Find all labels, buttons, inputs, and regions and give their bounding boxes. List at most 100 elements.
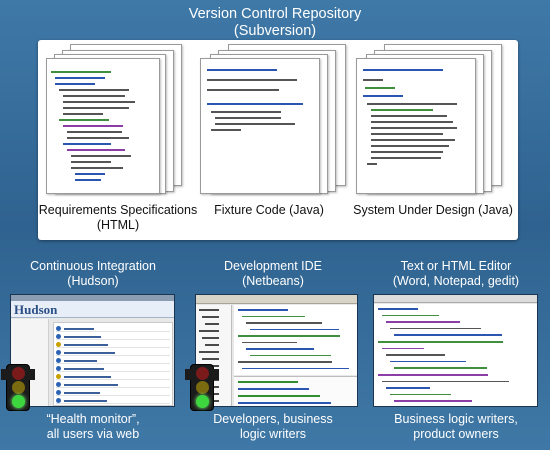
requirements-doc-front-page — [46, 58, 160, 194]
code-line — [390, 327, 481, 330]
code-line — [242, 367, 349, 369]
code-line — [63, 143, 111, 145]
system-under-design-doc-label: System Under Design (Java) — [353, 203, 513, 217]
status-ball-icon — [56, 342, 61, 347]
job-name-line — [64, 368, 104, 370]
code-line — [363, 69, 443, 71]
code-line — [371, 127, 457, 129]
editor-caption-2: product owners — [413, 427, 499, 441]
code-line — [71, 161, 111, 163]
status-ball-icon — [56, 374, 61, 379]
code-line — [202, 316, 219, 318]
code-line — [63, 95, 125, 97]
code-line — [242, 341, 297, 343]
hudson-job-row — [56, 366, 170, 372]
code-line — [55, 83, 95, 85]
system-under-design-doc-stack — [356, 44, 506, 194]
requirements-doc-label-1: Requirements Specifications — [38, 203, 198, 217]
fixture-code-doc-stack — [200, 44, 350, 194]
code-line — [378, 374, 488, 376]
netbeans-screenshot — [195, 294, 358, 407]
text-editor-screenshot — [373, 294, 538, 407]
code-line — [371, 121, 453, 123]
ci-title: Continuous Integration — [30, 259, 156, 273]
hudson-job-row — [56, 334, 170, 340]
code-line — [371, 139, 455, 141]
ci-subtitle: (Hudson) — [67, 274, 119, 288]
job-name-line — [64, 376, 111, 378]
ci-caption-2: all users via web — [46, 427, 140, 441]
code-line — [63, 101, 135, 103]
code-line — [202, 337, 219, 339]
code-line — [371, 109, 433, 111]
code-line — [59, 119, 109, 121]
code-line — [386, 321, 460, 323]
code-line — [238, 361, 332, 363]
code-line — [371, 151, 443, 153]
requirements-doc-stack — [46, 44, 186, 194]
hudson-job-row — [56, 398, 170, 404]
code-line — [211, 129, 241, 131]
hudson-job-row — [56, 326, 170, 332]
code-line — [371, 157, 441, 159]
netbeans-editor — [234, 305, 357, 375]
editor-document — [374, 304, 537, 406]
status-ball-icon — [56, 366, 61, 371]
job-name-line — [64, 344, 108, 346]
code-line — [207, 79, 297, 81]
repository-title: Version Control Repository — [188, 6, 362, 22]
hudson-job-table — [53, 322, 173, 406]
code-line — [246, 322, 322, 324]
job-name-line — [64, 352, 115, 354]
code-line — [242, 315, 305, 317]
editor-caption-1: Business logic writers, — [394, 412, 518, 426]
code-line — [238, 395, 320, 397]
code-line — [238, 381, 298, 383]
code-line — [207, 69, 277, 71]
fixture-code-doc-label: Fixture Code (Java) — [214, 203, 324, 217]
ide-caption-2: logic writers — [240, 427, 306, 441]
code-line — [205, 344, 219, 346]
code-line — [365, 87, 395, 89]
code-line — [55, 77, 105, 79]
code-line — [238, 309, 288, 311]
code-line — [238, 402, 331, 404]
code-line — [75, 173, 105, 175]
code-line — [382, 380, 509, 383]
job-name-line — [64, 384, 118, 386]
code-line — [378, 308, 418, 310]
code-line — [215, 117, 281, 119]
traffic-light-icon — [185, 364, 219, 411]
status-ball-icon — [56, 390, 61, 395]
status-ball-icon — [56, 398, 61, 403]
status-ball-icon — [56, 350, 61, 355]
code-line — [205, 323, 219, 325]
requirements-doc-label-2: (HTML) — [96, 218, 140, 232]
code-line — [371, 133, 443, 135]
hudson-logo: Hudson — [14, 302, 58, 317]
code-line — [390, 360, 466, 363]
status-ball-icon — [56, 334, 61, 339]
code-line — [71, 167, 123, 169]
code-line — [382, 347, 424, 350]
code-line — [382, 314, 439, 317]
status-ball-icon — [56, 358, 61, 363]
ide-caption-1: Developers, business — [213, 412, 333, 426]
ide-subtitle: (Netbeans) — [242, 274, 304, 288]
code-line — [63, 113, 103, 115]
code-line — [363, 95, 403, 97]
code-line — [367, 163, 377, 165]
status-ball-icon — [56, 382, 61, 387]
code-line — [207, 103, 303, 105]
diagram-canvas: Version Control Repository (Subversion) … — [0, 0, 550, 450]
repository-panel: Requirements Specifications (HTML) Fixtu… — [38, 40, 518, 240]
hudson-job-row — [56, 342, 170, 348]
code-line — [378, 341, 503, 343]
code-line — [207, 89, 279, 91]
code-line — [67, 149, 125, 151]
code-line — [63, 125, 123, 127]
hudson-job-row — [56, 374, 170, 380]
code-line — [371, 145, 449, 147]
code-line — [386, 354, 445, 356]
system-under-design-doc-front-page — [356, 58, 476, 194]
